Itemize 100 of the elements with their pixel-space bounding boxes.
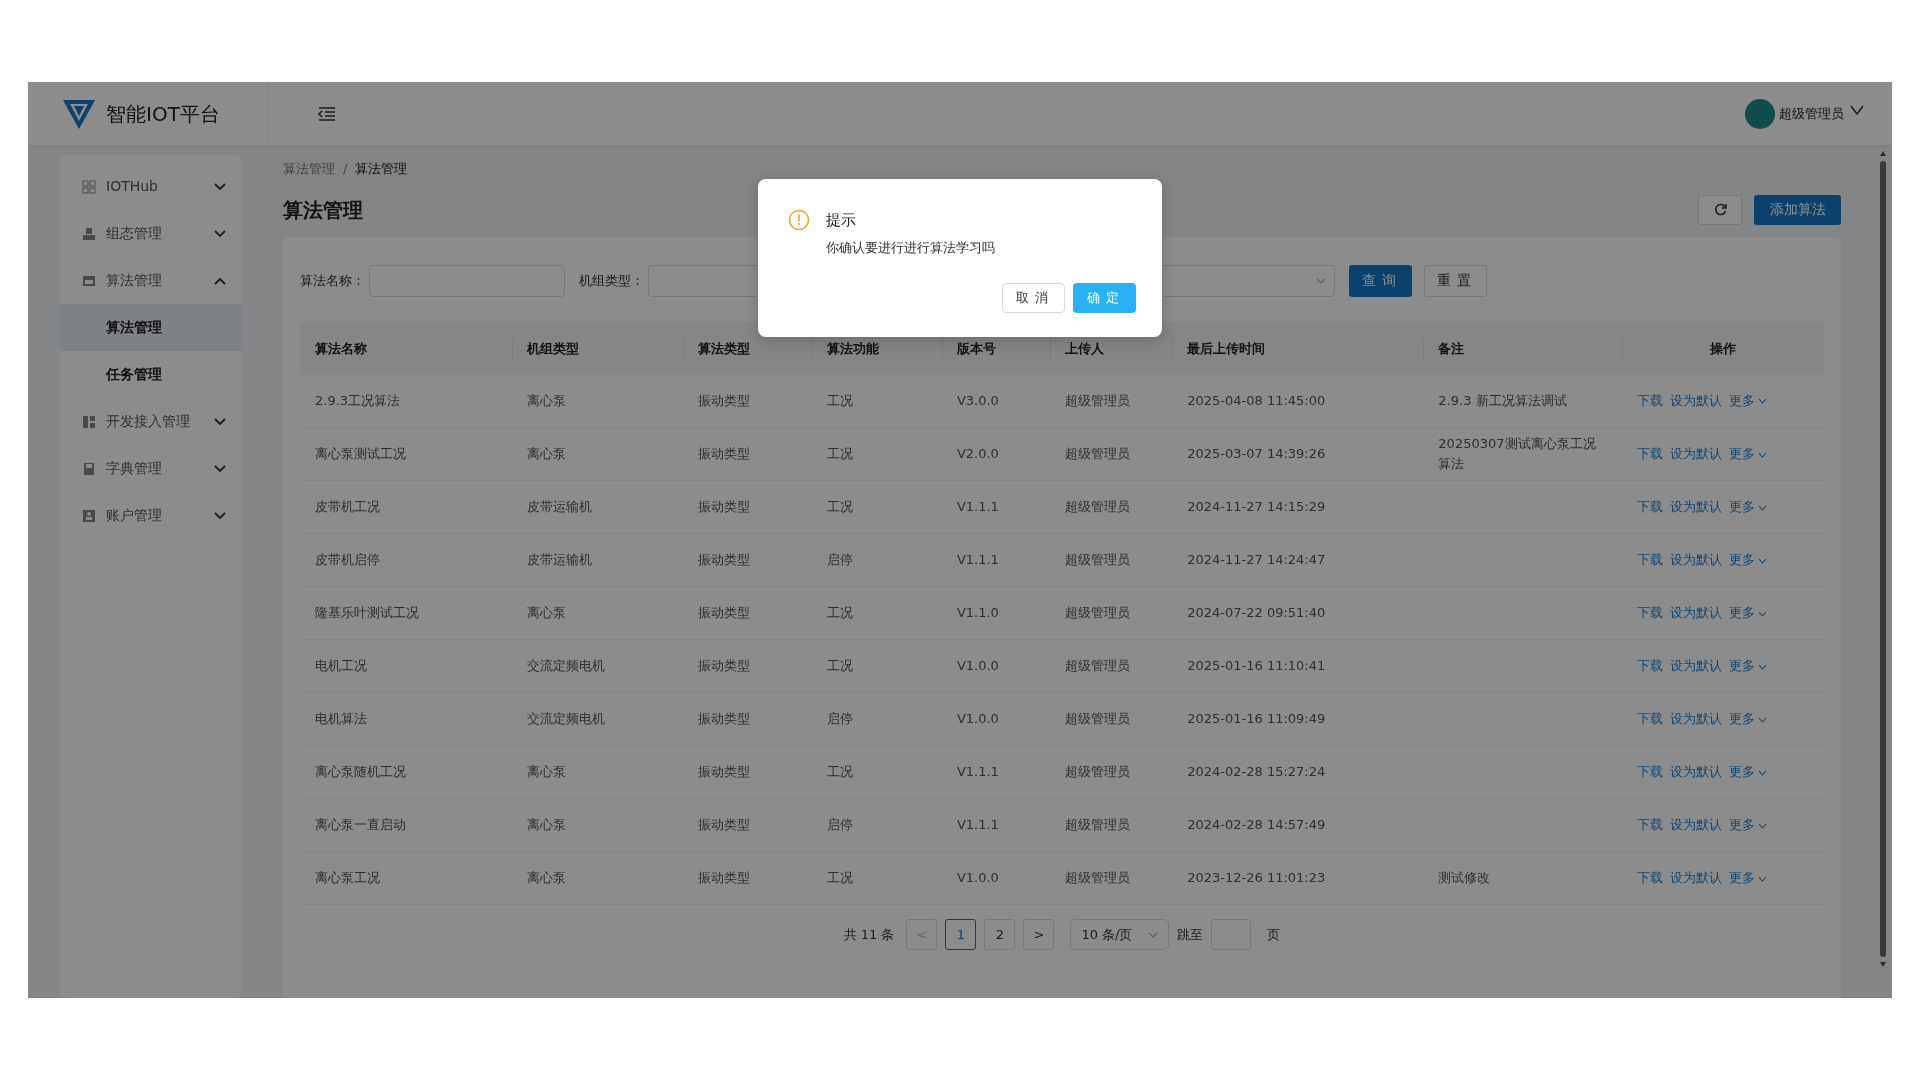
action-link[interactable]: 设为默认 <box>1669 658 1722 673</box>
confirm-button[interactable]: 确定 <box>1073 283 1136 313</box>
add-button[interactable]: 添加算法 <box>1754 194 1841 225</box>
table-cell-text: 启停 <box>827 816 854 834</box>
reset-button[interactable]: 重置 <box>1424 264 1487 297</box>
refresh-icon <box>1713 203 1727 216</box>
table-cell-text: 离心泵随机工况 <box>315 763 406 781</box>
table-cell-text: 离心泵工况 <box>315 869 380 887</box>
table-cell-text: 启停 <box>827 551 854 569</box>
table-cell-text: V1.1.1 <box>956 498 999 516</box>
device-icon <box>82 226 96 241</box>
more-link[interactable]: 更多 <box>1728 658 1755 673</box>
more-link[interactable]: 更多 <box>1728 711 1755 726</box>
more-link[interactable]: 更多 <box>1728 446 1755 461</box>
page-suffix: 页 <box>1267 925 1281 944</box>
menu-icon[interactable] <box>318 105 336 122</box>
action-link[interactable]: 设为默认 <box>1669 764 1722 779</box>
next-page-button[interactable]: > <box>1023 919 1055 950</box>
table-cell-text: V2.0.0 <box>956 445 999 463</box>
chevron-down-icon[interactable] <box>1757 716 1767 723</box>
chevron-down-icon <box>1316 277 1326 284</box>
column-header: 版本号 <box>956 340 996 356</box>
table-cell-text: 2024-11-27 14:24:47 <box>1187 551 1326 569</box>
more-link[interactable]: 更多 <box>1728 764 1755 779</box>
logo-icon <box>62 97 96 130</box>
table-cell-text: 超级管理员 <box>1064 391 1130 410</box>
chevron-down-icon <box>214 464 226 473</box>
table-cell-text: 离心泵 <box>526 445 566 463</box>
more-link[interactable]: 更多 <box>1728 499 1755 514</box>
chevron-down-icon[interactable] <box>1757 398 1767 405</box>
chevron-down-icon[interactable] <box>1757 769 1767 776</box>
action-link[interactable]: 下载 <box>1636 552 1663 567</box>
page-size-select[interactable]: 10 条/页 <box>1070 919 1170 950</box>
table-cell-text: 振动类型 <box>698 657 751 675</box>
table-cell-text: 2024-02-28 15:27:24 <box>1187 763 1326 781</box>
action-link[interactable]: 设为默认 <box>1669 446 1722 461</box>
submenu-item[interactable]: 算法管理 <box>60 304 242 351</box>
action-link[interactable]: 设为默认 <box>1669 605 1722 620</box>
sidebar-item[interactable]: 算法管理 <box>60 257 242 304</box>
more-link[interactable]: 更多 <box>1728 817 1755 832</box>
chevron-down-icon[interactable] <box>1757 822 1767 829</box>
breadcrumb-separator: / <box>343 160 348 178</box>
action-link[interactable]: 设为默认 <box>1669 711 1722 726</box>
table-cell-text: V1.0.0 <box>956 710 999 728</box>
table-cell-text: 超级管理员 <box>1064 657 1130 675</box>
more-link[interactable]: 更多 <box>1728 552 1755 567</box>
column-header: 最后上传时间 <box>1187 340 1266 356</box>
scrollbar[interactable] <box>1879 149 1887 969</box>
action-link[interactable]: 设为默认 <box>1669 499 1722 514</box>
action-link[interactable]: 下载 <box>1636 658 1663 673</box>
chevron-down-icon[interactable] <box>1757 557 1767 564</box>
page-button[interactable]: 2 <box>984 919 1016 950</box>
sidebar-item[interactable]: 账户管理 <box>60 492 242 539</box>
table-cell-text: V1.1.1 <box>956 816 999 834</box>
table-cell-text: 2025-04-08 11:45:00 <box>1187 391 1326 410</box>
more-link[interactable]: 更多 <box>1728 870 1755 885</box>
table-cell-text: 2024-07-22 09:51:40 <box>1187 604 1326 622</box>
table-cell-text: 工况 <box>827 869 854 887</box>
action-link[interactable]: 下载 <box>1636 605 1663 620</box>
action-link[interactable]: 设为默认 <box>1669 392 1722 408</box>
chevron-down-icon[interactable] <box>1757 663 1767 670</box>
breadcrumb-item: 算法管理 <box>355 160 408 178</box>
breadcrumb-item[interactable]: 算法管理 <box>283 159 335 179</box>
sidebar-item[interactable]: 开发接入管理 <box>60 398 242 445</box>
action-link[interactable]: 下载 <box>1636 392 1663 408</box>
column-header: 备注 <box>1438 340 1465 356</box>
chevron-down-icon <box>214 229 226 238</box>
chevron-up-icon <box>214 276 226 285</box>
chevron-down-icon[interactable] <box>1757 875 1767 882</box>
action-link[interactable]: 设为默认 <box>1669 817 1722 832</box>
cancel-button[interactable]: 取消 <box>1002 283 1065 313</box>
sidebar-item[interactable]: IOTHub <box>60 163 242 210</box>
action-link[interactable]: 设为默认 <box>1669 552 1722 567</box>
sidebar-item[interactable]: 字典管理 <box>60 445 242 492</box>
action-link[interactable]: 下载 <box>1636 499 1663 514</box>
action-link[interactable]: 设为默认 <box>1669 870 1722 885</box>
action-link[interactable]: 下载 <box>1636 711 1663 726</box>
table-cell-text: 振动类型 <box>698 498 751 516</box>
chevron-down-icon[interactable] <box>1757 504 1767 511</box>
action-link[interactable]: 下载 <box>1636 870 1663 885</box>
table-cell-text: 离心泵 <box>526 604 566 622</box>
submenu-item[interactable]: 任务管理 <box>60 351 242 398</box>
action-link[interactable]: 下载 <box>1636 817 1663 832</box>
page-button[interactable]: 1 <box>945 919 977 950</box>
more-link[interactable]: 更多 <box>1728 605 1755 620</box>
table-cell-text: 振动类型 <box>698 710 751 728</box>
table-cell-text: 振动类型 <box>698 869 751 887</box>
refresh-button[interactable] <box>1698 194 1742 225</box>
search-button[interactable]: 查询 <box>1349 264 1412 297</box>
table-cell-text: 2.9.3 新工况算法调试 <box>1438 391 1567 410</box>
action-link[interactable]: 下载 <box>1636 446 1663 461</box>
action-link[interactable]: 下载 <box>1636 764 1663 779</box>
chevron-down-icon[interactable] <box>1757 610 1767 617</box>
sidebar-item[interactable]: 组态管理 <box>60 210 242 257</box>
chevron-down-icon[interactable] <box>1850 104 1864 115</box>
more-link[interactable]: 更多 <box>1728 392 1755 408</box>
chevron-down-icon[interactable] <box>1757 451 1767 458</box>
user-name[interactable]: 超级管理员 <box>1779 103 1844 124</box>
dialog-message: 你确认要进行进行算法学习吗 <box>826 238 996 257</box>
dialog-title: 提示 <box>826 210 856 231</box>
